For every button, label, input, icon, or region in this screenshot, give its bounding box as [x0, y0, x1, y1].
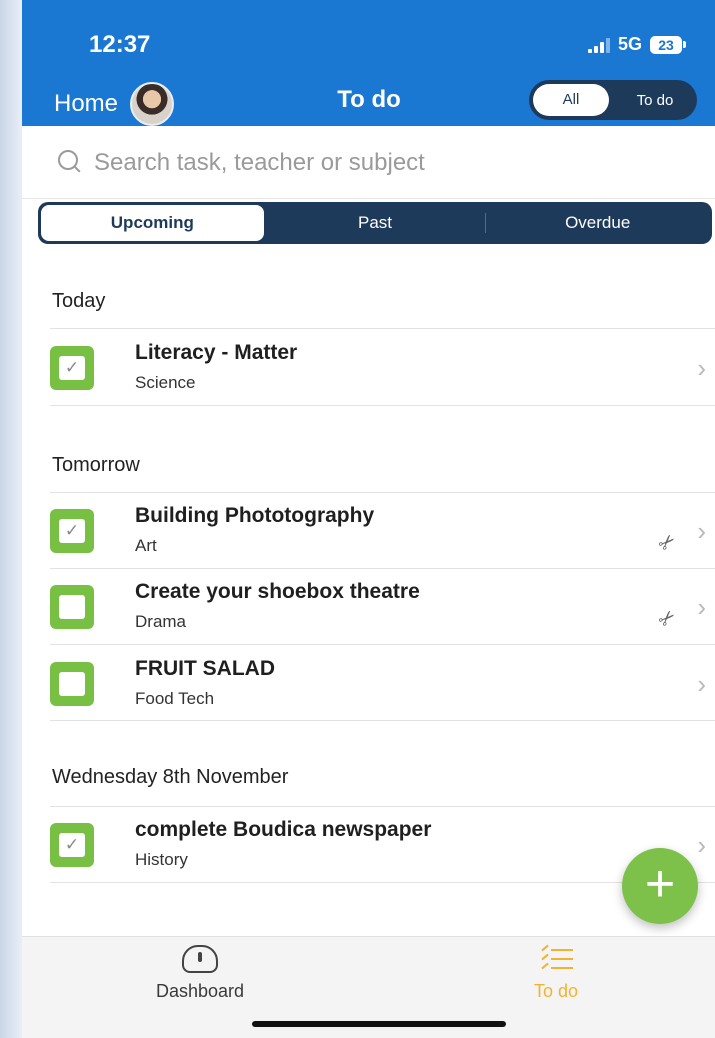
task-title: FRUIT SALAD — [135, 657, 275, 680]
task-item[interactable]: Create your shoebox theatre Drama ✂ › — [22, 568, 715, 644]
task-title: complete Boudica newspaper — [135, 818, 432, 841]
search-input[interactable] — [92, 144, 656, 182]
task-title: Create your shoebox theatre — [135, 580, 420, 603]
tab-dashboard[interactable]: Dashboard — [115, 941, 285, 1002]
divider — [50, 720, 715, 721]
task-title: Building Phototography — [135, 504, 375, 527]
toggle-all[interactable]: All — [533, 84, 609, 116]
chevron-right-icon: › — [697, 592, 706, 622]
paperclip-icon: ✂ — [654, 605, 682, 633]
task-subject: History — [135, 850, 188, 869]
task-checkbox[interactable]: ✓ — [50, 346, 94, 390]
chevron-right-icon: › — [697, 353, 706, 383]
check-icon: ✓ — [59, 519, 85, 543]
section-header: Wednesday 8th November — [52, 766, 289, 788]
todo-list-icon — [539, 943, 573, 975]
phone-screen: 12:37 5G 23 Home To do All To do Upcomin… — [22, 0, 715, 1038]
dashboard-gauge-icon — [182, 945, 218, 973]
status-time: 12:37 — [89, 31, 151, 58]
add-task-button[interactable]: + — [622, 848, 698, 924]
empty-box-icon — [59, 672, 85, 696]
section-header: Today — [52, 290, 106, 312]
home-indicator — [252, 1021, 506, 1027]
tab-upcoming[interactable]: Upcoming — [41, 205, 264, 241]
search-icon — [58, 150, 78, 170]
task-checkbox[interactable]: ✓ — [50, 823, 94, 867]
battery-nub-icon — [683, 41, 686, 48]
task-checkbox[interactable] — [50, 662, 94, 706]
task-item[interactable]: ✓ Building Phototography Art ✂ › — [22, 492, 715, 568]
bottom-tab-bar: Dashboard To do — [22, 936, 715, 1038]
tab-todo-label: To do — [533, 981, 579, 1001]
paperclip-icon: ✂ — [654, 529, 682, 557]
tab-todo[interactable]: To do — [471, 941, 641, 1002]
status-indicators: 5G 23 — [587, 34, 686, 55]
task-item[interactable]: FRUIT SALAD Food Tech › — [22, 645, 715, 721]
tab-overdue[interactable]: Overdue — [486, 205, 709, 241]
segment-control: Upcoming Past Overdue — [38, 202, 712, 244]
tab-past[interactable]: Past — [264, 205, 487, 241]
task-subject: Drama — [135, 612, 187, 631]
task-subject: Food Tech — [135, 689, 215, 708]
divider — [50, 882, 715, 883]
toggle-todo[interactable]: To do — [613, 92, 697, 109]
task-checkbox[interactable]: ✓ — [50, 509, 94, 553]
search-bar — [22, 126, 715, 199]
section-header: Tomorrow — [52, 454, 140, 476]
task-item[interactable]: ✓ complete Boudica newspaper History › — [22, 806, 715, 882]
top-bar: 12:37 5G 23 Home To do All To do — [22, 0, 715, 126]
empty-box-icon — [59, 595, 85, 619]
task-title: Literacy - Matter — [135, 341, 298, 364]
divider — [50, 405, 715, 406]
check-icon: ✓ — [59, 356, 85, 380]
task-item[interactable]: ✓ Literacy - Matter Science › — [22, 329, 715, 405]
check-icon: ✓ — [59, 833, 85, 857]
battery-icon: 23 — [650, 35, 682, 54]
chevron-right-icon: › — [697, 669, 706, 699]
task-subject: Art — [135, 536, 157, 555]
signal-icon — [587, 37, 610, 53]
all-todo-toggle[interactable]: All To do — [529, 80, 697, 120]
chevron-right-icon: › — [697, 516, 706, 546]
chevron-right-icon: › — [697, 830, 706, 860]
tab-dashboard-label: Dashboard — [155, 981, 245, 1001]
task-subject: Science — [135, 373, 196, 392]
network-label: 5G — [617, 34, 642, 54]
task-checkbox[interactable] — [50, 585, 94, 629]
